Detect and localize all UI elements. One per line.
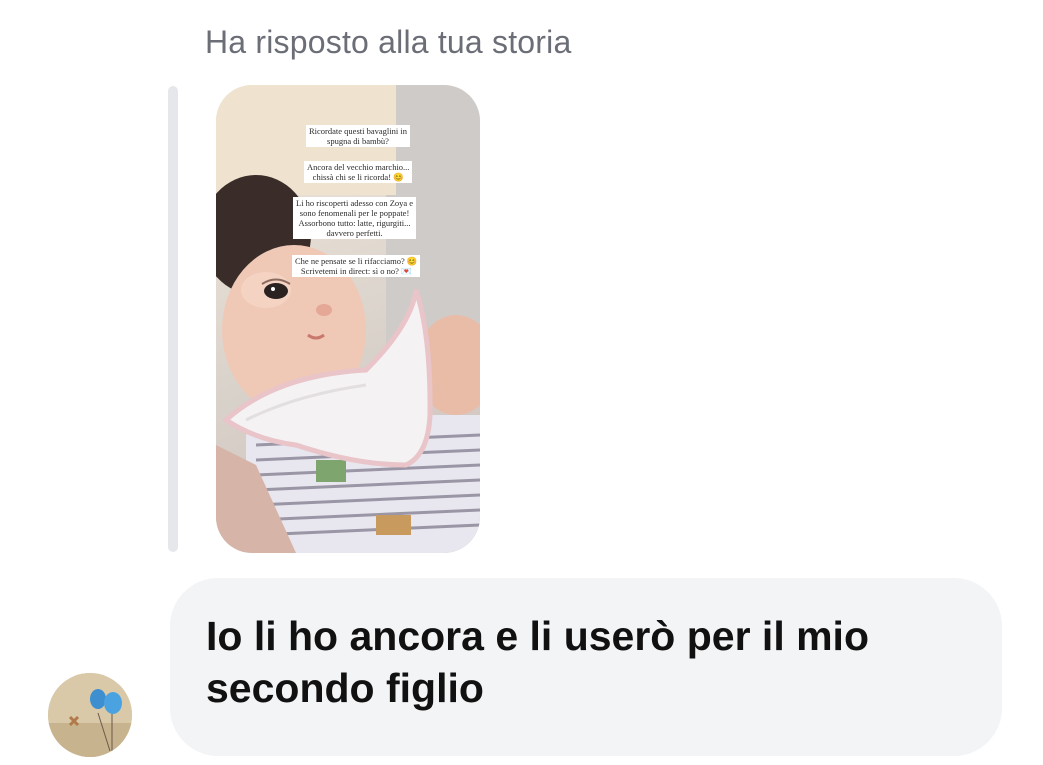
message-text: Io li ho ancora e li userò per il mio se… bbox=[206, 613, 869, 711]
avatar-balloons-icon bbox=[48, 673, 132, 757]
quote-bar bbox=[168, 86, 178, 552]
story-caption-4: Che ne pensate se li rifacciamo? 😊 Scriv… bbox=[292, 255, 421, 277]
story-caption-2: Ancora del vecchio marchio... chissà chi… bbox=[304, 161, 413, 183]
story-reply-label: Ha risposto alla tua storia bbox=[205, 24, 572, 60]
baby-photo bbox=[216, 85, 480, 553]
message-bubble[interactable]: Io li ho ancora e li userò per il mio se… bbox=[170, 578, 1002, 756]
story-caption-1: Ricordate questi bavaglini in spugna di … bbox=[306, 125, 410, 147]
story-thumbnail[interactable]: Ricordate questi bavaglini in spugna di … bbox=[216, 85, 480, 553]
avatar[interactable] bbox=[48, 673, 132, 757]
story-caption-3: Li ho riscoperti adesso con Zoya e sono … bbox=[293, 197, 417, 239]
